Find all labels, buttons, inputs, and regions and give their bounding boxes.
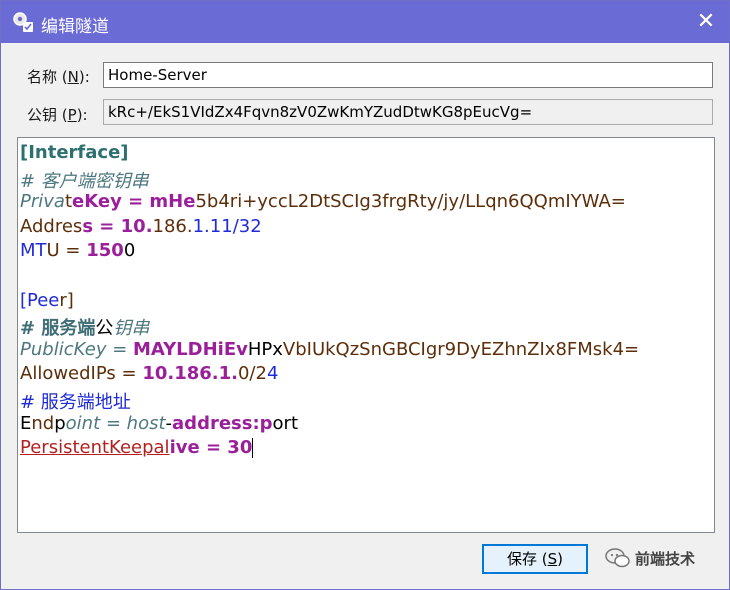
editor-token: 10.186.1. [142, 363, 238, 385]
editor-line [20, 265, 26, 286]
editor-line: # 服务端公钥串 [20, 314, 149, 340]
close-button[interactable]: ✕ [693, 9, 719, 35]
editor-token: E [20, 412, 32, 434]
config-editor[interactable]: [Interface] # 客户端密钥串 PrivateKey = mHe5b4ri… [17, 137, 715, 533]
editor-line: # 服务端地址 [20, 388, 131, 414]
editor-token: t [64, 191, 73, 213]
editor-token: PublicKey = [20, 338, 134, 360]
editor-token: MAYLDHiEv [133, 338, 248, 360]
editor-token: 0/2 [237, 363, 267, 385]
editor-token: [Pee [20, 289, 60, 311]
editor-line: MTU = 1500 [20, 240, 135, 261]
save-shortcut: S [547, 550, 558, 568]
save-button[interactable]: 保存 (S) [482, 544, 588, 574]
text-caret [252, 438, 254, 459]
editor-token: 公 [95, 318, 114, 340]
public-key-field[interactable]: kRc+/EkS1VIdZx4Fqvn8zV0ZwKmYZudDtwKG8pEu… [103, 99, 713, 125]
editor-line: Endpoint = host-address:port [20, 413, 298, 434]
pubkey-shortcut: P [67, 106, 77, 124]
editor-token: 1.11/32 [192, 215, 262, 237]
editor-line: [Interface] [20, 142, 129, 163]
app-gear-icon [13, 12, 33, 32]
editor-token: 4 [266, 363, 279, 385]
editor-token: Priva [20, 191, 65, 213]
close-icon: ✕ [696, 9, 716, 34]
editor-token: ive = 30 [169, 437, 253, 459]
editor-token: # 客户端密钥串 [20, 170, 149, 192]
editor-token: 0 [123, 240, 136, 262]
editor-token: address:p [172, 412, 273, 434]
editor-token: r] [59, 289, 74, 311]
editor-line: # 客户端密钥串 [20, 167, 149, 193]
watermark-text: 前端技术 [635, 550, 696, 568]
editor-token: ort [272, 412, 299, 434]
editor-token: nd [31, 412, 55, 434]
editor-token: AllowedIPs = [20, 363, 143, 385]
editor-line: PersistentKeepalive = 30 [20, 437, 254, 459]
editor-token: Addres [20, 215, 83, 237]
editor-line: PrivateKey = mHe5b4ri+yccL2DtSCIg3frgRty… [20, 191, 626, 212]
editor-token: oint = host [65, 412, 166, 434]
name-label: 名称 (N): [27, 68, 90, 86]
editor-token: U = [46, 240, 87, 262]
editor-token: MT [20, 240, 47, 262]
wechat-watermark-icon [605, 548, 630, 568]
editor-token: ri+yccL2DtSCIg3frgRty/jy/LLqn6QQmIYWA= [229, 191, 626, 213]
editor-token: # 服务端地址 [20, 392, 131, 413]
edit-tunnel-dialog: 编辑隧道 ✕ 名称 (N): Home-Server 公钥 (P): kRc+/… [0, 0, 730, 590]
editor-token [20, 265, 26, 286]
title-bar: 编辑隧道 ✕ [1, 1, 729, 43]
editor-token: 5b4 [195, 191, 230, 213]
editor-token: VbIUkQzSnGBCIgr9DyEZhnZIx8FMsk4= [282, 338, 640, 360]
editor-line: PublicKey = MAYLDHiEvHPxVbIUkQzSnGBCIgr9… [20, 339, 639, 360]
window-title: 编辑隧道 [41, 17, 109, 37]
editor-line: AllowedIPs = 10.186.1.0/24 [20, 363, 278, 384]
name-shortcut: N [67, 68, 79, 86]
editor-token: 186. [152, 215, 193, 237]
editor-token: s = 10. [82, 215, 153, 237]
editor-token: eKey = mHe [72, 191, 196, 213]
pubkey-label: 公钥 (P): [27, 106, 88, 124]
editor-token: # 服务端 [20, 318, 96, 340]
editor-token: p [54, 412, 66, 434]
name-input[interactable]: Home-Server [103, 62, 713, 88]
editor-token: HPx [247, 338, 283, 360]
editor-token: [Interface] [20, 142, 129, 163]
editor-token: 钥串 [113, 318, 150, 340]
editor-token: 150 [86, 240, 124, 262]
editor-token: PersistentKeepal [20, 437, 170, 459]
editor-line: [Peer] [20, 290, 74, 311]
editor-line: Address = 10.186.1.11/32 [20, 216, 262, 237]
